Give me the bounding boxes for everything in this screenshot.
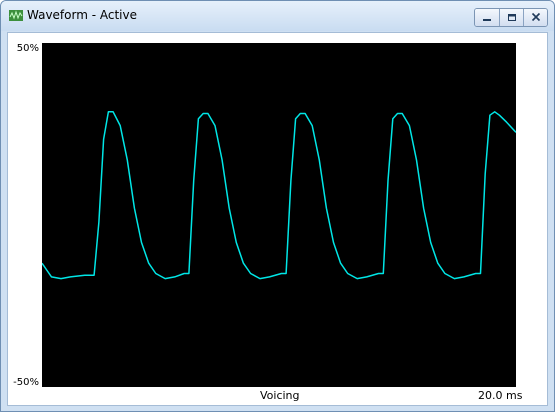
waveform-panel: 50% -50% Voicing 20.0 ms xyxy=(7,32,548,406)
y-min-label: -50% xyxy=(13,377,39,388)
waveform-window: Waveform - Active 50% -50% Voicing 20.0 … xyxy=(0,0,555,412)
close-button[interactable] xyxy=(523,9,547,26)
minimize-button[interactable] xyxy=(475,9,499,26)
y-max-label: 50% xyxy=(16,43,39,54)
maximize-icon xyxy=(508,14,516,21)
close-icon xyxy=(531,12,541,22)
waveform-app-icon xyxy=(9,10,23,21)
title-bar[interactable]: Waveform - Active xyxy=(1,1,554,31)
window-title: Waveform - Active xyxy=(27,8,137,22)
waveform-trace-0 xyxy=(42,111,516,280)
minimize-icon xyxy=(483,19,491,21)
waveform-plot[interactable] xyxy=(42,43,516,387)
maximize-button[interactable] xyxy=(499,9,523,26)
caption-buttons xyxy=(474,8,548,27)
time-span-label: 20.0 ms xyxy=(478,389,523,402)
voicing-label: Voicing xyxy=(260,389,300,402)
